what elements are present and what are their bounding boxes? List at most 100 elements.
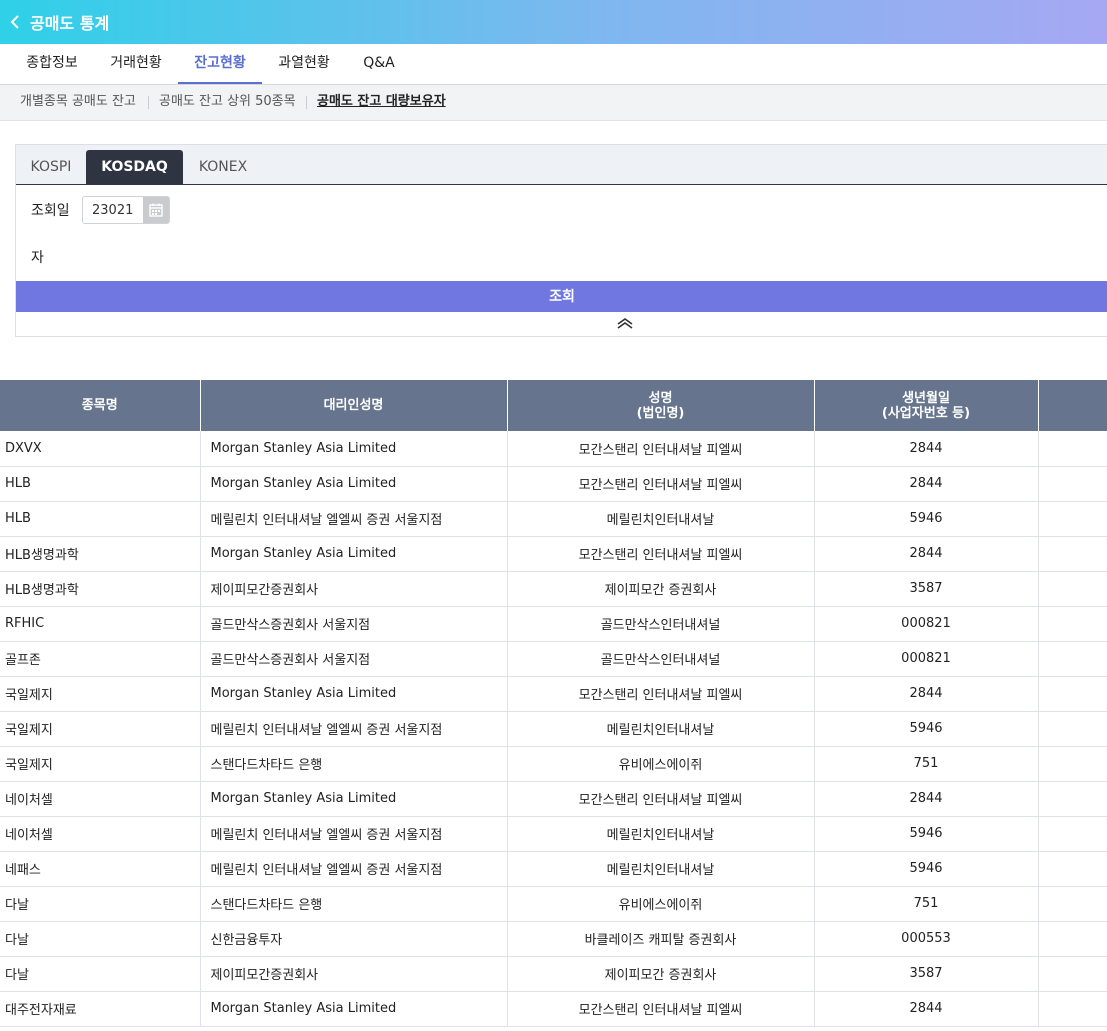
subnav-item-top50[interactable]: 공매도 잔고 상위 50종목 xyxy=(159,85,296,119)
table-row[interactable]: 네이처셀 Morgan Stanley Asia Limited 모간스탠리 인터내… xyxy=(0,781,1107,817)
table-row[interactable]: 국일제지 Morgan Stanley Asia Limited 모간스탠리 인터내… xyxy=(0,676,1107,712)
cell-holder-name: 유비에스에이쥐 xyxy=(507,746,815,782)
cell-stock-name: 네이처셀 xyxy=(0,816,201,852)
cell-stock-name: 다날 xyxy=(0,921,201,957)
cell-holder-name: 모간스탠리 인터내셔날 피엘씨 xyxy=(507,781,815,817)
subnav-divider xyxy=(148,96,149,109)
table-row[interactable]: 네이처셀 메릴린치 인터내셔날 엘엘씨 증권 서울지점 메릴린치인터내셔날 5946 xyxy=(0,816,1107,852)
cell-agent-name: 메릴린치 인터내셔날 엘엘씨 증권 서울지점 xyxy=(200,711,508,747)
table-row[interactable]: HLB 메릴린치 인터내셔날 엘엘씨 증권 서울지점 메릴린치인터내셔날 5946 xyxy=(0,501,1107,537)
tab-konex[interactable]: KONEX xyxy=(183,150,263,185)
date-input[interactable] xyxy=(83,197,145,223)
cell-agent-name: Morgan Stanley Asia Limited xyxy=(200,676,508,712)
cell-extra xyxy=(1038,711,1107,747)
cell-holder-name: 바클레이즈 캐피탈 증권회사 xyxy=(507,921,815,957)
table-row[interactable]: 골프존 골드만삭스증권회사 서울지점 골드만삭스인터내셔널 000821 xyxy=(0,641,1107,677)
cell-extra xyxy=(1038,466,1107,502)
cell-holder-name: 모간스탠리 인터내셔날 피엘씨 xyxy=(507,536,815,572)
cell-agent-name: 골드만삭스증권회사 서울지점 xyxy=(200,606,508,642)
tab-qna[interactable]: Q&A xyxy=(350,44,408,84)
cell-birthdate: 3587 xyxy=(814,956,1039,992)
cell-holder-name: 유비에스에이쥐 xyxy=(507,886,815,922)
col-header-extra xyxy=(1038,380,1107,431)
page-title: 공매도 통계 xyxy=(30,14,110,33)
col-header-birthdate: 생년월일 (사업자번호 등) xyxy=(814,380,1039,431)
cell-stock-name: 대주전자재료 xyxy=(0,991,201,1027)
cell-birthdate: 751 xyxy=(814,746,1039,782)
cell-extra xyxy=(1038,781,1107,817)
table-row[interactable]: 국일제지 스탠다드차타드 은행 유비에스에이쥐 751 xyxy=(0,746,1107,782)
cell-extra xyxy=(1038,431,1107,467)
search-button[interactable]: 조회 xyxy=(16,281,1107,312)
cell-holder-name: 제이피모간 증권회사 xyxy=(507,571,815,607)
col-header-agent: 대리인성명 xyxy=(200,380,508,431)
cell-agent-name: 메릴린치 인터내셔날 엘엘씨 증권 서울지점 xyxy=(200,501,508,537)
table-row[interactable]: 다날 신한금융투자 바클레이즈 캐피탈 증권회사 000553 xyxy=(0,921,1107,957)
table-row[interactable]: 다날 스탠다드차타드 은행 유비에스에이쥐 751 xyxy=(0,886,1107,922)
cell-birthdate: 751 xyxy=(814,886,1039,922)
cell-holder-name: 모간스탠리 인터내셔날 피엘씨 xyxy=(507,466,815,502)
cell-agent-name: Morgan Stanley Asia Limited xyxy=(200,431,508,467)
cell-agent-name: 메릴린치 인터내셔날 엘엘씨 증권 서울지점 xyxy=(200,851,508,887)
tab-kosdaq[interactable]: KOSDAQ xyxy=(86,150,183,185)
cell-extra xyxy=(1038,501,1107,537)
table-row[interactable]: HLB생명과학 제이피모간증권회사 제이피모간 증권회사 3587 xyxy=(0,571,1107,607)
cell-birthdate: 2844 xyxy=(814,536,1039,572)
table-row[interactable]: HLB Morgan Stanley Asia Limited 모간스탠리 인터내셔… xyxy=(0,466,1107,502)
market-tabs: KOSPI KOSDAQ KONEX xyxy=(16,145,1107,185)
table-row[interactable]: DXVX Morgan Stanley Asia Limited 모간스탠리 인터내… xyxy=(0,431,1107,467)
subnav-item-individual[interactable]: 개별종목 공매도 잔고 xyxy=(20,85,136,119)
tab-kospi[interactable]: KOSPI xyxy=(16,150,86,185)
sub-navigation: 개별종목 공매도 잔고 공매도 잔고 상위 50종목 공매도 잔고 대량보유자 xyxy=(0,85,1107,121)
cell-stock-name: HLB xyxy=(0,501,201,537)
cell-stock-name: DXVX xyxy=(0,431,201,467)
calendar-icon[interactable] xyxy=(143,197,169,223)
cell-holder-name: 메릴린치인터내셔날 xyxy=(507,711,815,747)
back-arrow-icon[interactable] xyxy=(0,0,30,44)
tab-overheat[interactable]: 과열현황 xyxy=(266,44,342,84)
cell-birthdate: 5946 xyxy=(814,816,1039,852)
table-row[interactable]: 네패스 메릴린치 인터내셔날 엘엘씨 증권 서울지점 메릴린치인터내셔날 5946 xyxy=(0,851,1107,887)
cell-stock-name: 네이처셀 xyxy=(0,781,201,817)
cell-agent-name: 신한금융투자 xyxy=(200,921,508,957)
cell-extra xyxy=(1038,851,1107,887)
subnav-item-large-holders[interactable]: 공매도 잔고 대량보유자 xyxy=(317,85,446,119)
cell-holder-name: 골드만삭스인터내셔널 xyxy=(507,641,815,677)
cell-holder-name: 메릴린치인터내셔날 xyxy=(507,851,815,887)
tab-trading[interactable]: 거래현황 xyxy=(98,44,174,84)
cell-stock-name: 국일제지 xyxy=(0,676,201,712)
tab-overview[interactable]: 종합정보 xyxy=(14,44,90,84)
cell-birthdate: 5946 xyxy=(814,711,1039,747)
cell-agent-name: 골드만삭스증권회사 서울지점 xyxy=(200,641,508,677)
results-table: 종목명 대리인성명 성명 (법인명) 생년월일 (사업자번호 등) DXVX Mo… xyxy=(0,380,1107,1027)
cell-stock-name: HLB생명과학 xyxy=(0,536,201,572)
cell-birthdate: 000821 xyxy=(814,606,1039,642)
cell-stock-name: 다날 xyxy=(0,886,201,922)
cell-stock-name: HLB xyxy=(0,466,201,502)
collapse-chevron-icon[interactable] xyxy=(616,316,634,330)
table-row[interactable]: RFHIC 골드만삭스증권회사 서울지점 골드만삭스인터내셔널 000821 xyxy=(0,606,1107,642)
cell-birthdate: 000821 xyxy=(814,641,1039,677)
cell-stock-name: 국일제지 xyxy=(0,746,201,782)
cell-birthdate: 5946 xyxy=(814,851,1039,887)
cell-birthdate: 2844 xyxy=(814,676,1039,712)
cell-holder-name: 모간스탠리 인터내셔날 피엘씨 xyxy=(507,676,815,712)
cell-agent-name: 메릴린치 인터내셔날 엘엘씨 증권 서울지점 xyxy=(200,816,508,852)
cell-agent-name: 스탠다드차타드 은행 xyxy=(200,746,508,782)
cell-extra xyxy=(1038,816,1107,852)
table-row[interactable]: 대주전자재료 Morgan Stanley Asia Limited 모간스탠리 인… xyxy=(0,991,1107,1027)
cell-birthdate: 5946 xyxy=(814,501,1039,537)
cell-stock-name: HLB생명과학 xyxy=(0,571,201,607)
tab-balance[interactable]: 잔고현황 xyxy=(178,44,262,84)
table-row[interactable]: HLB생명과학 Morgan Stanley Asia Limited 모간스탠리 … xyxy=(0,536,1107,572)
col-header-stock: 종목명 xyxy=(0,380,201,431)
table-header-row: 종목명 대리인성명 성명 (법인명) 생년월일 (사업자번호 등) xyxy=(0,380,1107,431)
cell-holder-name: 모간스탠리 인터내셔날 피엘씨 xyxy=(507,991,815,1027)
table-row[interactable]: 국일제지 메릴린치 인터내셔날 엘엘씨 증권 서울지점 메릴린치인터내셔날 5946 xyxy=(0,711,1107,747)
cell-extra xyxy=(1038,571,1107,607)
main-tabs: 종합정보 거래현황 잔고현황 과열현황 Q&A xyxy=(0,44,1107,85)
table-row[interactable]: 다날 제이피모간증권회사 제이피모간 증권회사 3587 xyxy=(0,956,1107,992)
cell-birthdate: 000553 xyxy=(814,921,1039,957)
cell-holder-name: 메릴린치인터내셔날 xyxy=(507,816,815,852)
cell-holder-name: 골드만삭스인터내셔널 xyxy=(507,606,815,642)
